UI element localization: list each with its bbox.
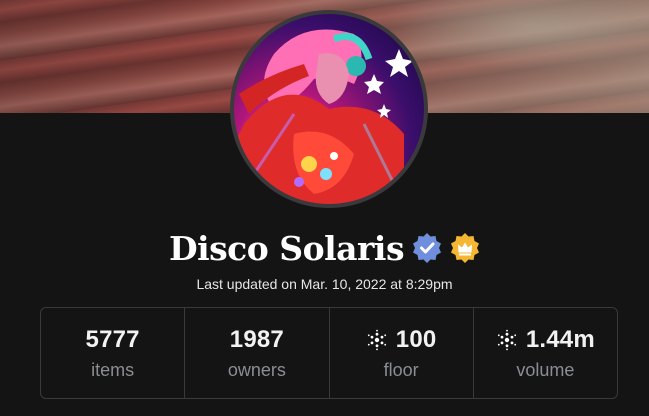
collection-title-row: Disco Solaris: [0, 226, 649, 270]
stat-floor: 100 floor: [330, 308, 474, 398]
collection-name: Disco Solaris: [168, 228, 405, 268]
stat-value: 1.44m: [525, 325, 595, 353]
avatar-artwork: [234, 14, 424, 204]
stat-label: owners: [227, 359, 286, 380]
stat-volume: 1.44m volume: [474, 308, 617, 398]
stat-value: 100: [395, 325, 437, 353]
crown-badge-icon: [450, 233, 480, 263]
stat-label: floor: [383, 359, 419, 380]
verified-check-icon: [412, 233, 442, 263]
collection-stats: 5777 items 1987 owners 100 floor 1.44m v…: [40, 307, 618, 399]
avatar-illustration: [234, 29, 413, 204]
cardano-ada-icon: [366, 329, 388, 351]
stat-items: 5777 items: [41, 308, 186, 398]
collection-avatar: [230, 10, 428, 208]
last-updated-text: Last updated on Mar. 10, 2022 at 8:29pm: [196, 276, 453, 292]
stat-label: items: [91, 359, 135, 380]
stat-label: volume: [516, 359, 575, 380]
cardano-ada-icon: [496, 329, 518, 351]
stat-value: 5777: [85, 325, 140, 353]
stat-owners: 1987 owners: [185, 308, 330, 398]
stat-value: 1987: [229, 325, 284, 353]
